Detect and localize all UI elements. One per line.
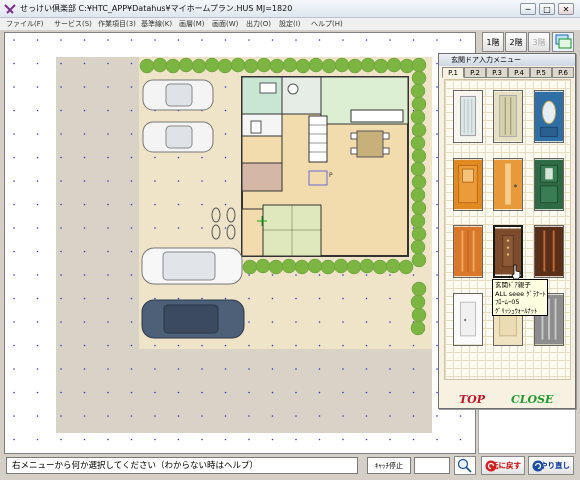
- tab-p2[interactable]: P.2: [464, 67, 486, 78]
- floor-plan-canvas[interactable]: P: [5, 33, 475, 453]
- undo-button[interactable]: 元に戻す: [481, 456, 525, 475]
- door-thumbnail-grid: [444, 79, 571, 380]
- menu-bar: ファイル(F) サービス(S) 作業項目(3) 基準線(K) 画層(M) 画面(…: [0, 18, 580, 30]
- tab-p1[interactable]: P.1: [442, 67, 464, 78]
- kitchen-counter: [350, 109, 404, 123]
- menu-file[interactable]: ファイル(F): [6, 18, 44, 30]
- redo-icon: [532, 460, 544, 472]
- tooltip-line-3: ﾌﾛｰﾑｰ05: [495, 298, 520, 306]
- minimize-button[interactable]: ─: [520, 3, 536, 15]
- top-button[interactable]: TOP: [459, 393, 485, 406]
- menu-work-items[interactable]: 作業項目(3): [98, 18, 136, 30]
- dining-table: [356, 130, 384, 158]
- catch-stop-button[interactable]: ｷｬｯﾁ停止: [367, 457, 411, 474]
- door-blue-oval-icon[interactable]: [534, 90, 564, 143]
- door-orange-light-icon[interactable]: [493, 158, 523, 211]
- svg-text:P: P: [329, 172, 333, 179]
- house-floor-plan[interactable]: P: [241, 76, 409, 257]
- car-white-van[interactable]: [141, 247, 243, 285]
- door-tooltip: 玄関ﾄﾞｱ親子 ALL seee ｸﾞﾗﾅｰﾄ ﾌﾛｰﾑｰ05 ｸﾞﾘｯｼｭｳｫ…: [492, 279, 548, 316]
- panel-title: 玄関ドア入力メニュー: [439, 54, 575, 66]
- menu-service[interactable]: サービス(S): [54, 18, 92, 30]
- tab-p4[interactable]: P.4: [508, 67, 530, 78]
- status-message: 右メニューから何か選択してください（わからない時はヘルプ）: [6, 457, 358, 474]
- title-bar: せっけい倶楽部 C:¥HTC_APP¥Datahus¥マイホームプラン.HUS …: [0, 0, 580, 18]
- door-white-glass-icon[interactable]: [453, 90, 483, 143]
- car-white-1[interactable]: [142, 79, 214, 111]
- layers-button[interactable]: [552, 32, 574, 52]
- door-white-icon[interactable]: [453, 293, 483, 346]
- menu-settings[interactable]: 設定(I): [279, 18, 301, 30]
- tab-p6[interactable]: P.6: [552, 67, 574, 78]
- door-orange-stripe-icon[interactable]: [453, 225, 483, 278]
- magnifier-icon: [457, 458, 472, 473]
- redo-button[interactable]: やり直し: [528, 456, 574, 475]
- close-panel-button[interactable]: CLOSE: [511, 393, 553, 406]
- bathtub: [259, 82, 277, 94]
- maximize-button[interactable]: □: [539, 3, 555, 15]
- tab-p3[interactable]: P.3: [486, 67, 508, 78]
- hand-cursor-icon: [511, 264, 521, 280]
- door-green-icon[interactable]: [534, 158, 564, 211]
- car-white-2[interactable]: [142, 121, 214, 153]
- tab-p5[interactable]: P.5: [530, 67, 552, 78]
- floor-3-button[interactable]: 3階: [528, 32, 550, 52]
- toilet: [250, 120, 262, 134]
- status-field: [414, 457, 450, 474]
- window-title: せっけい倶楽部 C:¥HTC_APP¥Datahus¥マイホームプラン.HUS …: [20, 4, 293, 13]
- car-navy-van[interactable]: [141, 299, 245, 339]
- entrance-door-menu-panel[interactable]: 玄関ドア入力メニュー P.1 P.2 P.3 P.4 P.5 P.6 TOP C…: [438, 53, 576, 409]
- floor-2-button[interactable]: 2階: [505, 32, 527, 52]
- door-dark-brown-icon[interactable]: [534, 225, 564, 278]
- door-orange-panel-icon[interactable]: [453, 158, 483, 211]
- menu-view[interactable]: 画面(W): [212, 18, 238, 30]
- magnifier-tool-button[interactable]: [454, 456, 476, 475]
- close-window-button[interactable]: ✕: [558, 3, 574, 15]
- menu-layer[interactable]: 画層(M): [179, 18, 205, 30]
- menu-help[interactable]: ヘルプ(H): [311, 18, 343, 30]
- floor-1-button[interactable]: 1階: [482, 32, 504, 52]
- layers-icon: [555, 34, 572, 49]
- tooltip-line-4: ｸﾞﾘｯｼｭｳｫｰﾙﾅｯﾄ: [495, 306, 538, 315]
- menu-output[interactable]: 出力(O): [246, 18, 271, 30]
- drawing-workspace[interactable]: P: [4, 32, 476, 454]
- tooltip-line-2: ALL seee ｸﾞﾗﾅｰﾄ: [495, 289, 546, 298]
- menu-baseline[interactable]: 基準線(K): [141, 18, 172, 30]
- undo-icon: [485, 460, 497, 472]
- door-cream-slat-icon[interactable]: [493, 90, 523, 143]
- app-logo-icon: [4, 4, 16, 14]
- tooltip-line-1: 玄関ﾄﾞｱ親子: [495, 281, 531, 289]
- redo-label: やり直し: [540, 461, 570, 470]
